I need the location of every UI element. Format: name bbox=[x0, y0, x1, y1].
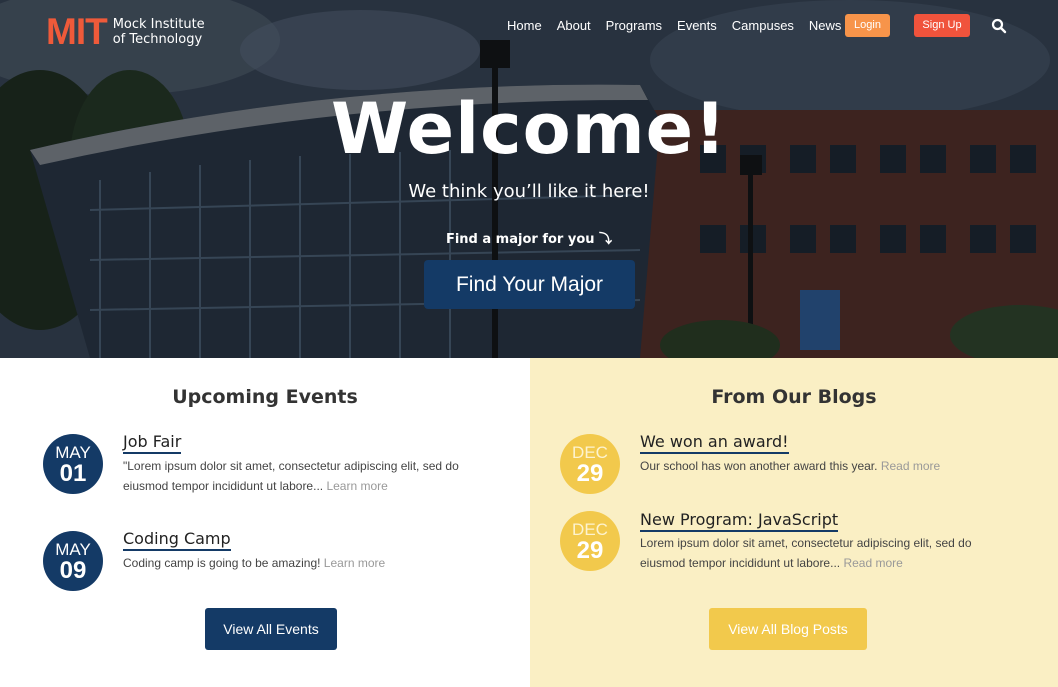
logo-mark: MIT bbox=[46, 11, 108, 52]
blogs-section: From Our Blogs DEC 29 We won an award! O… bbox=[530, 358, 1058, 687]
hero-section: MIT Mock Institute of Technology Home Ab… bbox=[0, 0, 1058, 358]
hero-tagline: We think you’ll like it here! bbox=[408, 181, 650, 202]
view-all-events-button[interactable]: View All Events bbox=[205, 608, 337, 650]
nav-home[interactable]: Home bbox=[507, 18, 542, 33]
event-item: MAY 09 Coding Camp Coding camp is going … bbox=[0, 358, 530, 591]
blog-day: 29 bbox=[576, 460, 604, 487]
logo[interactable]: MIT Mock Institute of Technology bbox=[46, 11, 205, 52]
event-day: 09 bbox=[59, 557, 87, 584]
view-all-blog-posts-button[interactable]: View All Blog Posts bbox=[709, 608, 867, 650]
event-description: Coding camp is going to be amazing! Lear… bbox=[123, 553, 483, 573]
blog-date-badge: DEC 29 bbox=[560, 511, 620, 571]
blog-description: Our school has won another award this ye… bbox=[640, 456, 1000, 476]
logo-name-line2: of Technology bbox=[112, 32, 203, 47]
event-date-badge: MAY 01 bbox=[43, 434, 103, 494]
top-navigation: MIT Mock Institute of Technology Home Ab… bbox=[0, 0, 1058, 56]
blog-title-link[interactable]: New Program: JavaScript bbox=[640, 510, 839, 532]
event-title-link[interactable]: Coding Camp bbox=[123, 529, 231, 551]
hero-title: Welcome! bbox=[330, 88, 728, 170]
blog-description-text: Lorem ipsum dolor sit amet, consectetur … bbox=[640, 536, 972, 570]
blogs-title: From Our Blogs bbox=[711, 386, 877, 408]
event-description: "Lorem ipsum dolor sit amet, consectetur… bbox=[123, 456, 483, 496]
learn-more-link[interactable]: Learn more bbox=[326, 479, 387, 493]
main-nav: Home About Programs Events Campuses News bbox=[507, 18, 856, 33]
logo-name: Mock Institute of Technology bbox=[113, 17, 205, 47]
events-title: Upcoming Events bbox=[172, 386, 358, 408]
find-your-major-button[interactable]: Find Your Major bbox=[424, 260, 635, 309]
nav-news[interactable]: News bbox=[809, 18, 842, 33]
event-date-badge: MAY 09 bbox=[43, 531, 103, 591]
nav-about[interactable]: About bbox=[557, 18, 591, 33]
search-icon[interactable] bbox=[990, 17, 1008, 35]
event-description-text: "Lorem ipsum dolor sit amet, consectetur… bbox=[123, 459, 459, 493]
nav-campuses[interactable]: Campuses bbox=[732, 18, 794, 33]
logo-name-line1: Mock Institute bbox=[112, 17, 205, 32]
event-description-text: Coding camp is going to be amazing! bbox=[123, 556, 321, 570]
learn-more-link[interactable]: Learn more bbox=[324, 556, 385, 570]
read-more-link[interactable]: Read more bbox=[843, 556, 902, 570]
nav-programs[interactable]: Programs bbox=[606, 18, 662, 33]
blog-item: DEC 29 New Program: JavaScript Lorem ips… bbox=[530, 358, 1058, 571]
blog-title-link[interactable]: We won an award! bbox=[640, 432, 789, 454]
signup-button[interactable]: Sign Up bbox=[914, 14, 970, 37]
blog-description-text: Our school has won another award this ye… bbox=[640, 459, 878, 473]
event-day: 01 bbox=[59, 460, 87, 487]
nav-events[interactable]: Events bbox=[677, 18, 717, 33]
blog-description: Lorem ipsum dolor sit amet, consectetur … bbox=[640, 533, 1000, 573]
find-major-label: Find a major for you ⤵ bbox=[445, 232, 613, 247]
read-more-link[interactable]: Read more bbox=[881, 459, 940, 473]
blog-date-badge: DEC 29 bbox=[560, 434, 620, 494]
login-button[interactable]: Login bbox=[845, 14, 890, 37]
upcoming-events-section: Upcoming Events MAY 01 Job Fair "Lorem i… bbox=[0, 358, 530, 687]
event-title-link[interactable]: Job Fair bbox=[123, 432, 182, 454]
blog-day: 29 bbox=[576, 537, 604, 564]
